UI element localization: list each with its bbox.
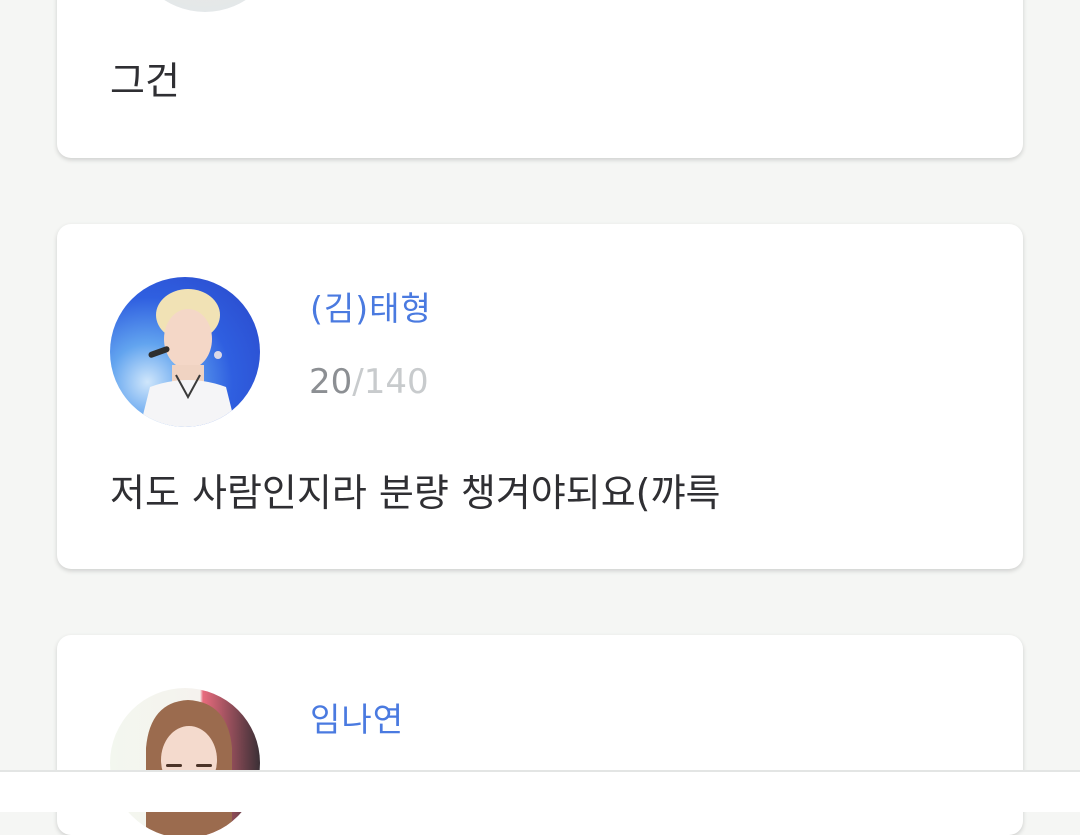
author-name[interactable]: (김)태형 [310,282,432,330]
counter-current: 20 [309,362,353,402]
profile-photo-icon [146,700,232,835]
author-name[interactable]: 임나연 [310,693,404,741]
character-counter: 20/140 [309,362,429,402]
avatar[interactable] [110,277,260,427]
post-card[interactable]: (김)태형 20/140 저도 사람인지라 분량 챙겨야되요(꺄륵 [57,224,1023,569]
avatar[interactable] [110,688,260,835]
counter-max: 140 [363,362,429,402]
avatar[interactable] [130,0,280,12]
bottom-bar [0,770,1080,812]
profile-photo-icon [140,289,236,427]
post-card[interactable]: 그건 [57,0,1023,158]
post-text: 저도 사람인지라 분량 챙겨야되요(꺄륵 [110,471,721,515]
post-text: 그건 [110,59,180,103]
counter-separator: / [352,362,364,402]
